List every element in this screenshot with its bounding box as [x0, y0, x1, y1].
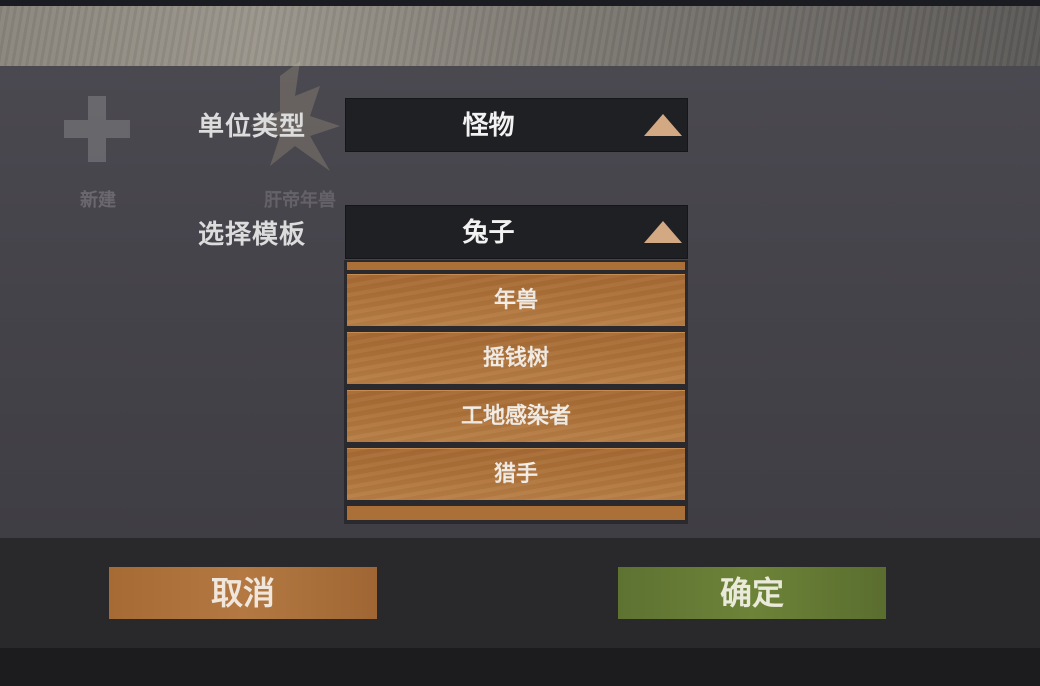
dropdown-arrow-icon [644, 114, 682, 136]
confirm-button[interactable]: 确定 [618, 567, 886, 619]
template-dropdown[interactable]: 兔子 [345, 205, 688, 259]
option-money-tree[interactable]: 摇钱树 [347, 332, 685, 384]
option-site-infected[interactable]: 工地感染者 [347, 390, 685, 442]
unit-type-value: 怪物 [462, 111, 515, 141]
cancel-button[interactable]: 取消 [109, 567, 377, 619]
option-partial-bottom [347, 506, 685, 520]
unit-type-dropdown[interactable]: 怪物 [345, 98, 688, 152]
template-option-list[interactable]: 年兽 摇钱树 工地感染者 猎手 [344, 260, 688, 524]
template-value: 兔子 [462, 218, 515, 248]
header-band [0, 6, 1040, 66]
footer-strip [0, 648, 1040, 686]
new-tile-label: 新建 [80, 190, 116, 211]
option-nian[interactable]: 年兽 [347, 274, 685, 326]
dropdown-arrow-icon [644, 221, 682, 243]
nian-tile-label: 肝帝年兽 [264, 190, 336, 211]
template-label: 选择模板 [198, 220, 307, 250]
new-tile: 新建 [58, 96, 138, 216]
option-hunter[interactable]: 猎手 [347, 448, 685, 500]
option-partial-top [347, 262, 685, 270]
unit-type-label: 单位类型 [198, 112, 307, 142]
